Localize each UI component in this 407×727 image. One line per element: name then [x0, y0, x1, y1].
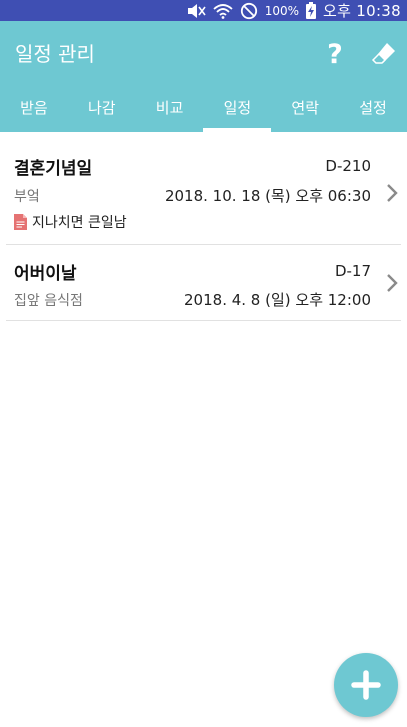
eraser-button[interactable] [364, 35, 404, 73]
note-text: 지나치면 큰일남 [32, 215, 127, 231]
tab-sent[interactable]: 나감 [68, 87, 136, 132]
wifi-icon [213, 3, 233, 19]
clock: 오후 10:38 [323, 2, 401, 20]
help-button[interactable]: ? [315, 35, 355, 73]
add-schedule-button[interactable] [334, 653, 398, 717]
no-entry-icon [240, 2, 257, 19]
chevron-right-icon [387, 184, 398, 202]
dday-badge: D-210 [325, 157, 371, 175]
tab-label: 연락 [291, 99, 320, 117]
schedule-title: 어버이날 [14, 264, 77, 284]
chevron-right-icon [387, 274, 398, 292]
schedule-category: 집앞 음식점 [14, 293, 83, 309]
schedule-datetime: 2018. 4. 8 (일) 오후 12:00 [184, 291, 371, 309]
status-bar: 100% 오후 10:38 [0, 0, 407, 21]
page-title: 일정 관리 [15, 42, 95, 66]
list-item[interactable]: 결혼기념일 D-210 부엌 2018. 10. 18 (목) 오후 06:30… [6, 132, 401, 245]
tab-schedule[interactable]: 일정 [203, 87, 272, 132]
tab-received[interactable]: 받음 [0, 87, 68, 132]
schedule-note: 지나치면 큰일남 [14, 212, 127, 232]
memo-file-icon [14, 214, 27, 230]
app-bar: 일정 관리 ? 받음 나감 비교 일정 연락 설정 [0, 21, 407, 132]
plus-icon [351, 670, 381, 700]
tab-contact[interactable]: 연락 [271, 87, 339, 132]
mute-icon [187, 3, 206, 18]
tab-settings[interactable]: 설정 [339, 87, 407, 132]
tab-label: 설정 [359, 99, 387, 117]
eraser-icon [371, 43, 395, 64]
battery-percent: 100% [264, 3, 299, 18]
schedule-title: 결혼기념일 [14, 159, 93, 179]
battery-charging-icon [306, 2, 316, 19]
tab-label: 받음 [20, 99, 48, 117]
dday-badge: D-17 [334, 262, 371, 280]
tab-label: 나감 [87, 99, 116, 117]
list-item[interactable]: 어버이날 D-17 집앞 음식점 2018. 4. 8 (일) 오후 12:00 [6, 245, 401, 321]
help-icon: ? [327, 38, 343, 70]
schedule-category: 부엌 [14, 189, 40, 205]
tab-compare[interactable]: 비교 [136, 87, 204, 132]
schedule-datetime: 2018. 10. 18 (목) 오후 06:30 [164, 187, 371, 205]
tab-label: 비교 [155, 99, 184, 117]
tab-bar: 받음 나감 비교 일정 연락 설정 [0, 87, 407, 132]
schedule-list: 결혼기념일 D-210 부엌 2018. 10. 18 (목) 오후 06:30… [0, 132, 407, 321]
tab-label: 일정 [223, 99, 252, 117]
